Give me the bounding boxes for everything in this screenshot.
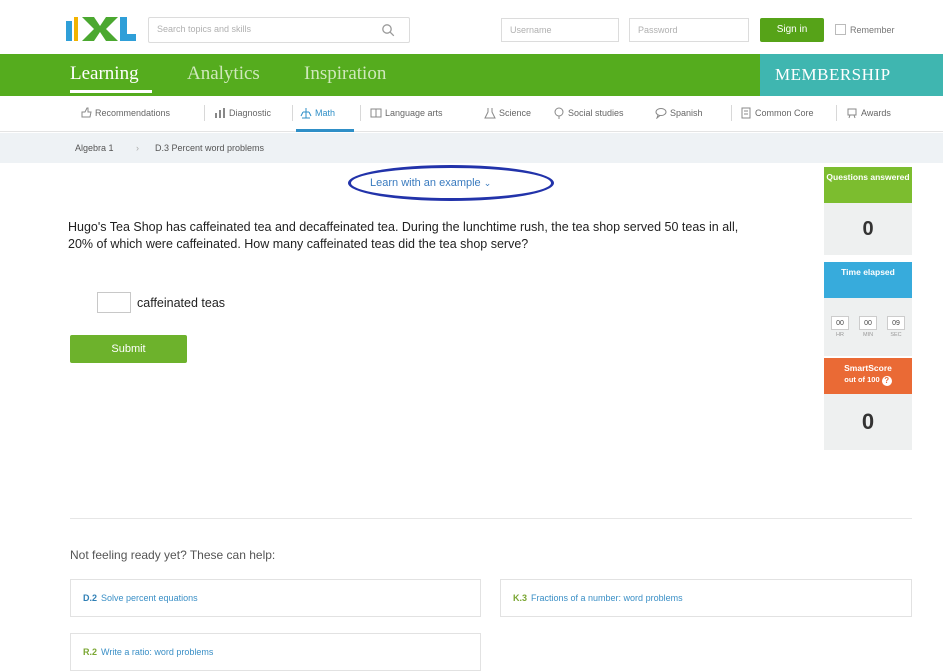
username-placeholder: Username	[510, 25, 552, 35]
main-nav: Learning Analytics Inspiration MEMBERSHI…	[0, 54, 943, 96]
nav-item-awards[interactable]: Awards	[846, 107, 891, 119]
help-icon[interactable]: ?	[881, 376, 892, 386]
nav-label: Common Core	[755, 108, 814, 118]
subject-nav: Recommendations Diagnostic Math Language…	[0, 96, 943, 132]
nav-label: Social studies	[568, 108, 624, 118]
nav-label: Spanish	[670, 108, 703, 118]
tab-learning[interactable]: Learning	[70, 63, 139, 85]
password-field[interactable]: Password	[629, 18, 749, 42]
nav-label: Language arts	[385, 108, 443, 118]
nav-item-diagnostic[interactable]: Diagnostic	[214, 107, 271, 119]
submit-button[interactable]: Submit	[70, 335, 187, 363]
learn-with-example-link[interactable]: Learn with an example ⌄	[370, 177, 491, 189]
checkbox-box[interactable]	[835, 24, 846, 35]
smartscore-value: 0	[824, 394, 912, 450]
username-field[interactable]: Username	[501, 18, 619, 42]
skill-label: Write a ratio: word problems	[101, 647, 214, 657]
breadcrumb-algebra[interactable]: Algebra 1	[75, 143, 114, 153]
breadcrumb: Algebra 1 › D.3 Percent word problems	[0, 133, 943, 163]
top-bar: Search topics and skills Username Passwo…	[0, 0, 943, 56]
divider	[360, 105, 361, 121]
divider	[292, 105, 293, 121]
time-sec-label: SEC	[890, 332, 902, 338]
smartscore-label: SmartScore	[844, 363, 892, 373]
nav-label: Diagnostic	[229, 108, 272, 118]
nav-label: Awards	[861, 108, 891, 118]
help-card-d2[interactable]: D.2 Solve percent equations	[70, 579, 481, 617]
time-elapsed-header: Time elapsed	[824, 262, 912, 298]
ixl-logo[interactable]	[66, 15, 138, 43]
chevron-down-icon: ⌄	[483, 178, 492, 188]
skill-code: D.2	[83, 593, 98, 603]
divider	[731, 105, 732, 121]
time-min-label: MIN	[862, 332, 874, 338]
answer-unit: caffeinated teas	[137, 296, 226, 310]
nav-label: Recommendations	[95, 108, 171, 118]
time-hours: 00	[831, 316, 849, 330]
active-tab-indicator	[70, 90, 152, 93]
help-card-k3[interactable]: K.3 Fractions of a number: word problems	[500, 579, 912, 617]
nav-item-math[interactable]: Math	[300, 107, 335, 119]
divider	[836, 105, 837, 121]
questions-answered-value: 0	[824, 203, 912, 255]
membership-button[interactable]: MEMBERSHIP	[760, 54, 943, 96]
search-icon[interactable]	[381, 23, 395, 37]
nav-item-science[interactable]: Science	[484, 107, 531, 119]
tab-analytics[interactable]: Analytics	[187, 63, 260, 85]
active-subject-indicator	[296, 129, 354, 132]
science-icon	[484, 108, 496, 119]
skill-label: Solve percent equations	[101, 593, 198, 603]
math-icon	[300, 108, 312, 119]
common-core-icon	[741, 107, 751, 119]
language-arts-icon	[370, 108, 382, 118]
password-placeholder: Password	[638, 25, 678, 35]
nav-item-common-core[interactable]: Common Core	[740, 107, 814, 119]
search-placeholder: Search topics and skills	[157, 24, 252, 34]
time-hr-label: HR	[836, 332, 844, 338]
awards-icon	[847, 108, 857, 119]
divider	[204, 105, 205, 121]
question-text: Hugo's Tea Shop has caffeinated tea and …	[68, 220, 739, 251]
diagnostic-icon	[215, 108, 225, 118]
time-minutes: 00	[859, 316, 877, 330]
help-card-r2[interactable]: R.2 Write a ratio: word problems	[70, 633, 481, 671]
nav-item-social-studies[interactable]: Social studies	[553, 107, 624, 119]
learn-label: Learn with an example	[370, 177, 481, 189]
remember-checkbox[interactable]: Remember	[835, 24, 895, 35]
skill-code: K.3	[513, 593, 528, 603]
recommendations-icon	[81, 107, 92, 118]
nav-label: Science	[499, 108, 532, 118]
tab-inspiration[interactable]: Inspiration	[304, 63, 386, 85]
time-elapsed-panel: 00 00 09 HR MIN SEC	[824, 298, 912, 356]
help-title: Not feeling ready yet? These can help:	[70, 548, 276, 562]
skill-code: R.2	[83, 647, 98, 657]
questions-answered-header: Questions answered	[824, 167, 912, 203]
section-divider	[70, 518, 912, 519]
sign-in-button[interactable]: Sign in	[760, 18, 824, 42]
nav-item-spanish[interactable]: Spanish	[655, 107, 703, 119]
social-studies-icon	[554, 107, 564, 119]
smartscore-header: SmartScore out of 100 ?	[824, 358, 912, 394]
time-seconds: 09	[887, 316, 905, 330]
answer-input[interactable]	[97, 292, 131, 313]
nav-item-language-arts[interactable]: Language arts	[370, 107, 443, 119]
nav-label: Math	[315, 108, 336, 118]
nav-item-recommendations[interactable]: Recommendations	[80, 107, 170, 119]
breadcrumb-skill: D.3 Percent word problems	[155, 143, 265, 153]
skill-label: Fractions of a number: word problems	[531, 593, 683, 603]
breadcrumb-separator: ›	[136, 143, 139, 153]
smartscore-sub: out of 100	[844, 375, 880, 384]
remember-label: Remember	[850, 25, 895, 35]
search-input[interactable]: Search topics and skills	[148, 17, 410, 43]
spanish-icon	[655, 108, 667, 119]
